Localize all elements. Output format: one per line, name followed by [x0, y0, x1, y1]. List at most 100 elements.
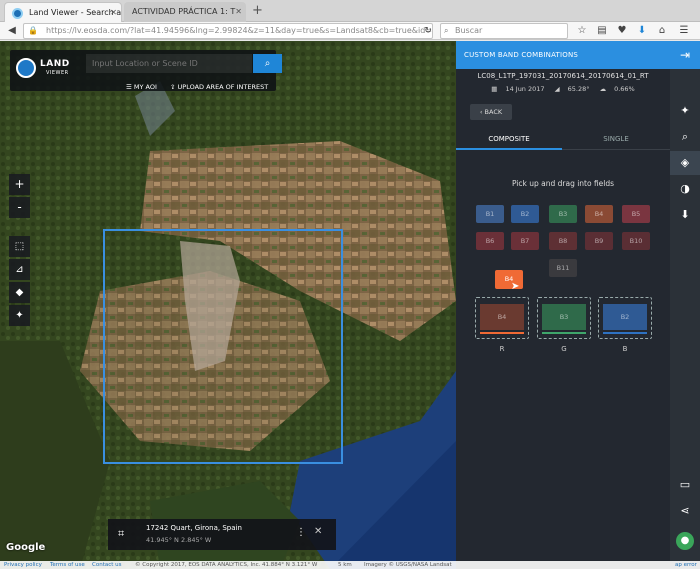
band-chip-b10[interactable]: B10 — [622, 232, 650, 250]
tab-composite[interactable]: COMPOSITE — [456, 128, 562, 150]
satellite-map[interactable]: LAND VIEWER ⌕ ☰ MY AOI ⇪ UPLOAD AREA OF … — [0, 41, 456, 569]
field-label-g: G — [561, 345, 567, 353]
zoom-in-button[interactable]: + — [9, 174, 30, 195]
chat-icon[interactable]: ▭ — [670, 473, 700, 497]
location-coordinates: 41.945° N 2.845° W — [146, 536, 212, 544]
eos-favicon-icon — [12, 8, 23, 19]
field-blue-line — [603, 332, 647, 334]
download-icon[interactable]: ⬇ — [670, 203, 700, 227]
field-label-r: R — [499, 345, 505, 353]
land-viewer-logo[interactable]: LAND VIEWER — [16, 56, 76, 80]
privacy-link[interactable]: Privacy policy — [4, 561, 42, 569]
top-search-bar: LAND VIEWER ⌕ ☰ MY AOI ⇪ UPLOAD AREA OF … — [10, 50, 282, 91]
copyright: © Copyright 2017, EOS DATA ANALYTICS, In… — [135, 562, 261, 568]
upload-aoi-label: UPLOAD AREA OF INTEREST — [177, 83, 269, 91]
contact-link[interactable]: Contact us — [92, 561, 122, 569]
cursor-coordinates: 41.884° N 3.121° W — [262, 562, 318, 568]
home-icon[interactable]: ⌂ — [654, 23, 670, 39]
band-chip-b8[interactable]: B8 — [549, 232, 577, 250]
close-icon[interactable]: ✕ — [314, 526, 322, 537]
reload-icon[interactable]: ↻ — [420, 23, 436, 39]
cursor-pointer-icon: ➤ — [511, 281, 520, 292]
band-chip-b11[interactable]: B11 — [549, 259, 577, 277]
search-button[interactable]: ⌕ — [253, 54, 282, 73]
url-text: https://lv.eosda.com/?lat=41.94596&lng=2… — [46, 26, 433, 35]
band-chip-b7[interactable]: B7 — [511, 232, 539, 250]
lock-icon: 🔒 — [28, 26, 38, 35]
tag-icon[interactable]: ◆ — [9, 282, 30, 303]
share-icon[interactable]: ⋖ — [670, 499, 700, 523]
upload-aoi-button[interactable]: ⇪ UPLOAD AREA OF INTEREST — [170, 83, 268, 91]
search-field[interactable]: ⌕ Buscar — [440, 23, 568, 39]
satellite-icon[interactable]: ✦ — [9, 305, 30, 326]
scene-date: 14 Jun 2017 — [505, 85, 545, 93]
imagery-credit: Imagery © USGS/NASA Landsat — [364, 562, 452, 568]
download-icon[interactable]: ⬇ — [634, 23, 650, 39]
band-chip-b4[interactable]: B4 — [585, 205, 613, 223]
band-chip-b3[interactable]: B3 — [549, 205, 577, 223]
field-label-b: B — [622, 345, 628, 353]
my-aoi-button[interactable]: ☰ MY AOI — [126, 83, 157, 91]
search-icon: ⌕ — [264, 58, 271, 69]
tab-title: Land Viewer - Search a — [29, 8, 122, 17]
satellite-icon[interactable]: ✦ — [670, 99, 700, 123]
new-tab-button[interactable]: + — [252, 3, 263, 19]
user-avatar-icon[interactable]: ● — [676, 532, 694, 550]
cloud-icon: ☁ — [599, 85, 607, 93]
list-icon: ☰ — [126, 83, 134, 91]
field-red[interactable]: B4 — [475, 297, 529, 339]
close-tab-icon[interactable]: ✕ — [235, 2, 242, 22]
layers-icon[interactable]: ◈ — [670, 151, 700, 175]
scene-metadata: ▦ 14 Jun 2017 ◢ 65.28° ☁ 0.66% — [456, 85, 670, 93]
upload-icon: ⇪ — [170, 83, 178, 91]
logo-word-viewer: VIEWER — [46, 70, 69, 76]
my-aoi-label: MY AOI — [133, 83, 157, 91]
terms-link[interactable]: Terms of use — [50, 561, 85, 569]
more-options-icon[interactable]: ⋮ — [296, 527, 306, 538]
calendar-icon: ▦ — [491, 85, 498, 93]
scene-sun-angle: 65.28° — [567, 85, 590, 93]
url-field[interactable]: 🔒 https://lv.eosda.com/?lat=41.94596&lng… — [23, 23, 433, 39]
tab-land-viewer[interactable]: Land Viewer - Search a ✕ — [4, 2, 122, 22]
navigation-bar: ◀ 🔒 https://lv.eosda.com/?lat=41.94596&l… — [0, 22, 700, 40]
field-green[interactable]: B3 — [537, 297, 591, 339]
scale-bar: 5 km — [338, 562, 352, 568]
globe-icon — [16, 58, 36, 78]
band-combination-panel: CUSTOM BAND COMBINATIONS LC08_L1TP_19703… — [456, 41, 670, 569]
search-icon: ⌕ — [444, 26, 449, 35]
drag-hint: Pick up and drag into fields — [511, 179, 615, 188]
band-chip-b1[interactable]: B1 — [476, 205, 504, 223]
search-placeholder: Buscar — [455, 26, 483, 35]
zoom-out-button[interactable]: - — [9, 197, 30, 218]
close-tab-icon[interactable]: ✕ — [110, 3, 117, 22]
menu-icon[interactable]: ☰ — [676, 23, 692, 39]
collapse-panel-icon[interactable]: ⇥ — [670, 41, 700, 69]
field-red-band: B4 — [480, 304, 524, 330]
scene-id: LC08_L1TP_197031_20170614_20170614_01_RT — [477, 72, 649, 80]
star-icon[interactable]: ☆ — [574, 23, 590, 39]
draw-area-icon[interactable]: ⬚ — [9, 236, 30, 257]
band-chip-b6[interactable]: B6 — [476, 232, 504, 250]
reading-list-icon[interactable]: ▤ — [594, 23, 610, 39]
browser-window: Land Viewer - Search a ✕ ACTIVIDAD PRÁCT… — [0, 0, 700, 569]
google-logo: Google — [6, 542, 46, 553]
crop-icon[interactable]: ⌗ — [118, 527, 124, 541]
field-blue[interactable]: B2 — [598, 297, 652, 339]
field-red-line — [480, 332, 524, 334]
band-chip-b2[interactable]: B2 — [511, 205, 539, 223]
map-error-link[interactable]: ap error — [675, 561, 697, 569]
search-icon[interactable]: ⌕ — [670, 125, 700, 149]
back-icon[interactable]: ◀ — [4, 23, 20, 39]
band-chip-b5[interactable]: B5 — [622, 205, 650, 223]
ruler-icon[interactable]: ⊿ — [9, 259, 30, 280]
contrast-icon[interactable]: ◑ — [670, 177, 700, 201]
location-search-input[interactable] — [86, 54, 252, 73]
back-button[interactable]: ‹ BACK — [470, 104, 512, 120]
scene-cloud: 0.66% — [614, 85, 635, 93]
band-chip-b9[interactable]: B9 — [585, 232, 613, 250]
pocket-icon[interactable]: ♥ — [614, 23, 630, 39]
tab-actividad[interactable]: ACTIVIDAD PRÁCTICA 1: T ✕ — [124, 2, 246, 22]
logo-word-land: LAND — [40, 59, 70, 69]
area-of-interest-rectangle[interactable] — [103, 229, 343, 464]
tab-single[interactable]: SINGLE — [562, 128, 670, 150]
